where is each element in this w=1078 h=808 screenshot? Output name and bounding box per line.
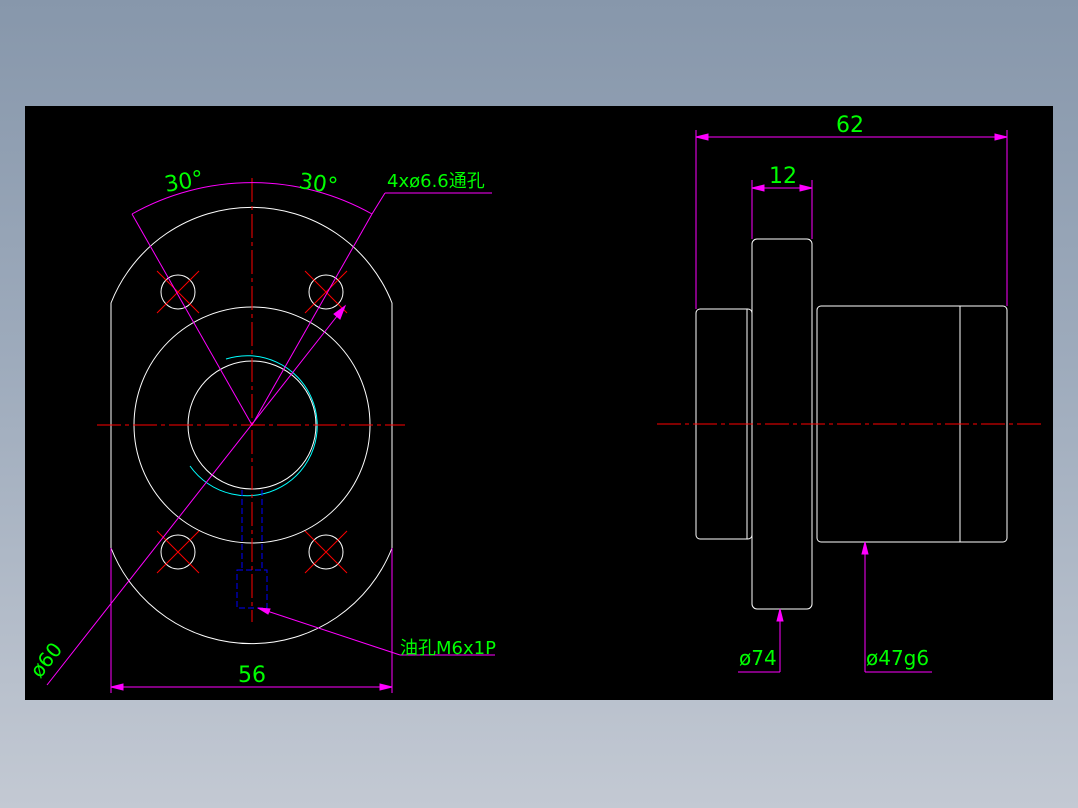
cad-viewport: 30° 30° 4xø6.6通孔 ø60 56 油孔M6x1P 62 12 ø7… [0, 0, 1078, 808]
mounting-hole[interactable] [156, 270, 200, 314]
drawing-canvas[interactable]: 30° 30° 4xø6.6通孔 ø60 56 油孔M6x1P 62 12 ø7… [25, 106, 1053, 700]
front-view: 30° 30° 4xø6.6通孔 ø60 56 油孔M6x1P [25, 167, 496, 693]
mounting-hole[interactable] [304, 270, 348, 314]
thickness-label: 12 [769, 164, 797, 189]
oil-hole-label: 油孔M6x1P [400, 638, 496, 659]
flange-dia-label: ø74 [739, 646, 777, 670]
pcd-dimension [46, 304, 347, 686]
mounting-hole[interactable] [304, 530, 348, 574]
body-dia-label: ø47g6 [866, 646, 929, 670]
angle-right-label: 30° [297, 169, 339, 199]
angle-dimension [131, 182, 492, 426]
length-label: 62 [836, 113, 864, 138]
cad-drawing: 30° 30° 4xø6.6通孔 ø60 56 油孔M6x1P 62 12 ø7… [25, 113, 1043, 693]
side-view: 62 12 ø74 ø47g6 [657, 113, 1043, 673]
thread-arc [189, 355, 318, 497]
centerlines [97, 178, 405, 622]
length-dimension [695, 130, 1008, 309]
width-label: 56 [238, 663, 266, 688]
angle-left-label: 30° [163, 167, 206, 198]
pcd-label: ø60 [25, 638, 67, 682]
hole-note-label: 4xø6.6通孔 [387, 171, 485, 192]
